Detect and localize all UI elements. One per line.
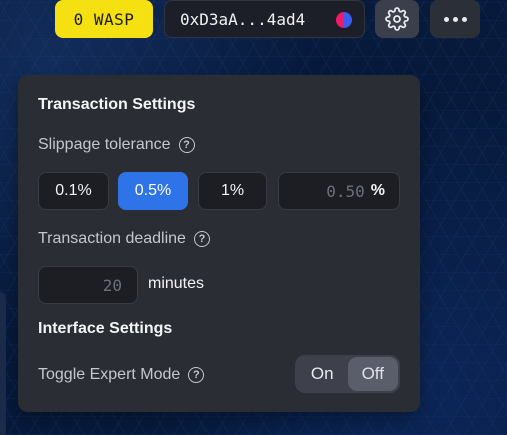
- question-circle-icon[interactable]: ?: [188, 367, 205, 383]
- slippage-option-1[interactable]: 1%: [198, 172, 267, 210]
- interface-settings-title: Interface Settings: [38, 320, 173, 337]
- transaction-settings-title: Transaction Settings: [38, 96, 196, 113]
- deadline-label: Transaction deadline: [38, 230, 186, 247]
- deadline-label-row: Transaction deadline ?: [38, 230, 210, 248]
- wasp-balance-badge[interactable]: 0 WASP: [55, 0, 153, 38]
- question-circle-icon[interactable]: ?: [178, 137, 195, 153]
- expert-mode-label-row: Toggle Expert Mode ?: [38, 366, 205, 384]
- ellipsis-icon: [443, 16, 449, 22]
- custom-slippage-input[interactable]: [279, 180, 367, 202]
- deadline-field[interactable]: [38, 266, 138, 304]
- deadline-input[interactable]: [39, 274, 124, 296]
- expert-mode-label: Toggle Expert Mode: [38, 366, 181, 383]
- custom-slippage-field[interactable]: %: [278, 172, 400, 210]
- wallet-address-button[interactable]: 0xD3aA...4ad4: [164, 0, 365, 38]
- gear-icon: [385, 7, 409, 31]
- expert-mode-toggle[interactable]: On Off: [295, 355, 400, 393]
- slippage-label: Slippage tolerance: [38, 136, 171, 153]
- slippage-option-0-1[interactable]: 0.1%: [38, 172, 109, 210]
- more-options-button[interactable]: [430, 0, 480, 38]
- slippage-option-0-5[interactable]: 0.5%: [118, 172, 188, 210]
- settings-panel: Transaction Settings Slippage tolerance …: [18, 75, 420, 412]
- wallet-avatar-icon: [336, 12, 352, 28]
- question-circle-icon[interactable]: ?: [193, 231, 210, 247]
- ellipsis-dot: [452, 16, 458, 22]
- expert-mode-off[interactable]: Off: [347, 357, 398, 391]
- background-panel-edge: [0, 292, 6, 435]
- percent-symbol: %: [370, 182, 385, 199]
- expert-mode-on[interactable]: On: [297, 357, 348, 391]
- settings-button[interactable]: [375, 0, 419, 38]
- slippage-label-row: Slippage tolerance ?: [38, 136, 195, 154]
- deadline-unit: minutes: [148, 275, 205, 292]
- ellipsis-dot: [461, 16, 467, 22]
- wasp-balance-text: 0 WASP: [73, 9, 135, 29]
- wallet-address-text: 0xD3aA...4ad4: [180, 9, 306, 29]
